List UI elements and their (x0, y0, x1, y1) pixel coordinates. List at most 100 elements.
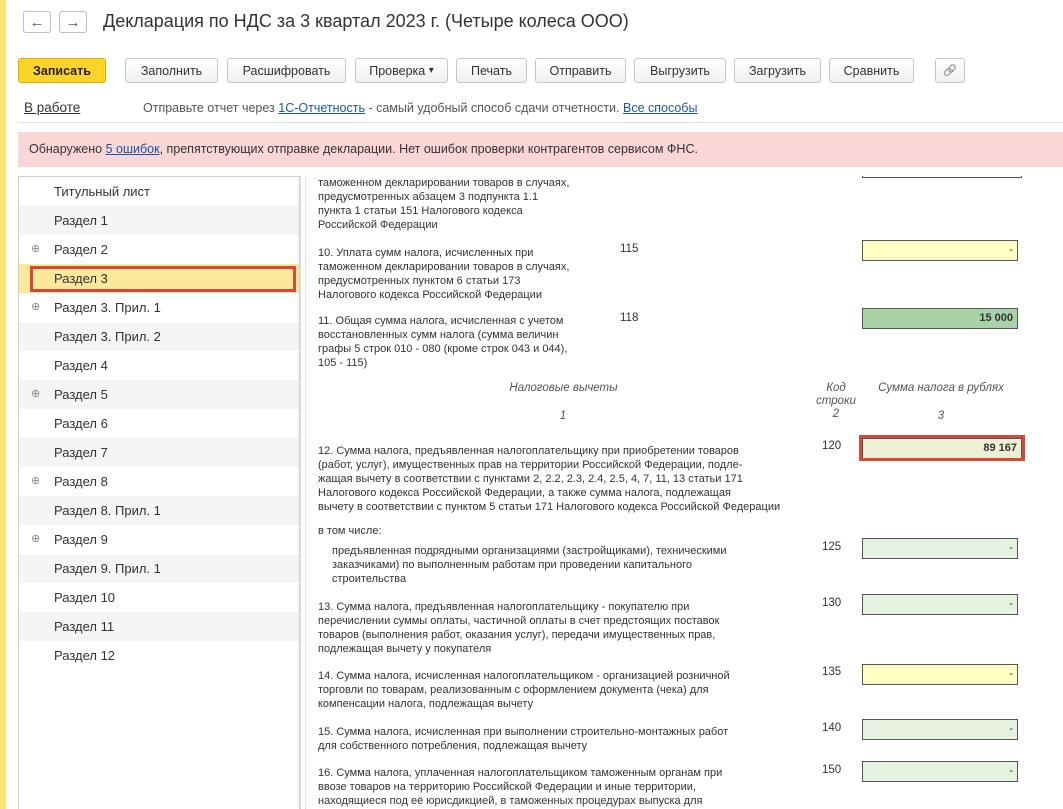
sidebar-item-label: Титульный лист (54, 184, 151, 199)
row-15-value-field[interactable]: - (862, 719, 1018, 740)
sidebar-item-section-9[interactable]: ⊕ Раздел 9 (19, 525, 299, 554)
arrow-left-icon: ← (29, 13, 45, 31)
text-line: для собственного потребления, подлежащая… (318, 740, 588, 752)
print-button[interactable]: Печать (456, 58, 527, 83)
sidebar-item-label: Раздел 12 (54, 648, 116, 663)
text-line: ввозе товаров на территорию Российской Ф… (318, 781, 696, 793)
expand-icon[interactable]: ⊕ (31, 242, 40, 255)
text-line: таможенном декларировании товаров в случ… (318, 177, 570, 189)
sidebar-item-section-6[interactable]: Раздел 6 (19, 409, 299, 438)
decode-button[interactable]: Расшифровать (227, 58, 346, 83)
back-button[interactable]: ← (23, 11, 51, 33)
text-line: графы 5 строк 010 - 080 (кроме строк 043… (318, 343, 568, 355)
compare-button[interactable]: Сравнить (829, 58, 914, 83)
expand-icon[interactable]: ⊕ (31, 532, 40, 545)
col-number: 2 (832, 408, 840, 420)
sidebar-item-title-page[interactable]: Титульный лист (19, 177, 299, 206)
text-line: Код (826, 382, 846, 394)
row-10-value-field[interactable]: - (862, 240, 1018, 261)
fill-button[interactable]: Заполнить (125, 58, 218, 83)
sidebar-item-label: Раздел 7 (54, 445, 108, 460)
sidebar-item-label: Раздел 3. Прил. 1 (54, 300, 161, 315)
sidebar-item-section-10[interactable]: Раздел 10 (19, 583, 299, 612)
sidebar-item-section-8-app-1[interactable]: Раздел 8. Прил. 1 (19, 496, 299, 525)
sidebar-item-section-9-app-1[interactable]: Раздел 9. Прил. 1 (19, 554, 299, 583)
row-125-value-field[interactable]: - (862, 538, 1018, 559)
sidebar-item-label: Раздел 9 (54, 532, 108, 547)
text-line: 15. Сумма налога, исчисленная при выполн… (318, 726, 729, 738)
row-125-text: предъявленная подрядными организациями (… (332, 544, 727, 586)
errors-link[interactable]: 5 ошибок (106, 142, 160, 156)
row-10-text: 10. Уплата сумм налога, исчисленных при … (318, 246, 569, 302)
save-button[interactable]: Записать (18, 58, 106, 83)
row-13-code: 130 (822, 597, 842, 609)
all-ways-link[interactable]: Все способы (623, 101, 697, 115)
1c-reporting-link[interactable]: 1С-Отчетность (278, 101, 365, 115)
attach-button[interactable]: 🔗 (935, 58, 965, 83)
text-line: 14. Сумма налога, исчисленная налогоплат… (318, 670, 730, 682)
col-number-3: 3 (937, 410, 945, 422)
text-line: 10. Уплата сумм налога, исчисленных при (318, 247, 534, 259)
row-16-text: 16. Сумма налога, уплаченная налогоплате… (318, 766, 722, 808)
sidebar-item-section-8[interactable]: ⊕ Раздел 8 (19, 467, 299, 496)
text-line: таможенном декларировании товаров в случ… (318, 261, 570, 273)
row-14-value-field[interactable]: - (862, 664, 1018, 685)
sidebar-item-section-5[interactable]: ⊕ Раздел 5 (19, 380, 299, 409)
sidebar-item-label: Раздел 4 (54, 358, 108, 373)
row-16-value-field[interactable]: - (862, 761, 1018, 782)
col-header-deductions: Налоговые вычеты (509, 382, 618, 394)
sidebar-item-section-3[interactable]: Раздел 3 (19, 264, 299, 293)
sidebar-item-section-12[interactable]: Раздел 12 (19, 641, 299, 670)
forward-button[interactable]: → (59, 11, 87, 33)
sidebar-item-label: Раздел 5 (54, 387, 108, 402)
including-label: в том числе: (318, 525, 382, 537)
declaration-form: таможенном декларировании товаров в случ… (306, 176, 1063, 809)
row-11-value-field[interactable]: 15 000 (862, 308, 1018, 329)
row-16-code: 150 (822, 764, 842, 776)
row-12-code: 120 (822, 440, 842, 452)
import-button[interactable]: Загрузить (734, 58, 821, 83)
sidebar-item-label: Раздел 1 (54, 213, 108, 228)
sidebar-item-section-3-app-2[interactable]: Раздел 3. Прил. 2 (19, 322, 299, 351)
left-accent-stripe (0, 0, 6, 809)
sidebar-item-label: Раздел 11 (54, 619, 115, 634)
sidebar-item-label: Раздел 8. Прил. 1 (54, 503, 161, 518)
send-button[interactable]: Отправить (535, 58, 626, 83)
prev-field-bottom (862, 176, 1022, 178)
chevron-down-icon: ▾ (428, 65, 434, 76)
sidebar-item-section-1[interactable]: Раздел 1 (19, 206, 299, 235)
text-line: подлежащая вычету у покупателя (318, 643, 492, 655)
export-button[interactable]: Выгрузить (634, 58, 726, 83)
expand-icon[interactable]: ⊕ (31, 300, 40, 313)
col-number-1: 1 (559, 410, 567, 422)
check-label: Проверка (369, 63, 426, 78)
text-line: компенсации налога, подлежащая вычету (318, 698, 534, 710)
expand-icon[interactable]: ⊕ (31, 387, 40, 400)
sidebar-item-label: Раздел 8 (54, 474, 108, 489)
paperclip-icon: 🔗 (943, 65, 957, 77)
sidebar-item-section-2[interactable]: ⊕ Раздел 2 (19, 235, 299, 264)
status-state-link[interactable]: В работе (24, 100, 80, 115)
sidebar-item-label: Раздел 9. Прил. 1 (54, 561, 161, 576)
row-13-value-field[interactable]: - (862, 594, 1018, 615)
text-line: 13. Сумма налога, предъявленная налогопл… (318, 601, 690, 613)
expand-icon[interactable]: ⊕ (31, 474, 40, 487)
text-line: предъявленная подрядными организациями (… (332, 545, 727, 557)
sidebar-item-section-7[interactable]: Раздел 7 (19, 438, 299, 467)
row-15-text: 15. Сумма налога, исчисленная при выполн… (318, 725, 728, 753)
text-line: предусмотренных абзацем 3 подпункта 1.1 (318, 191, 539, 203)
sidebar-item-section-4[interactable]: Раздел 4 (19, 351, 299, 380)
sidebar-item-label: Раздел 3. Прил. 2 (54, 329, 161, 344)
check-dropdown-button[interactable]: Проверка ▾ (355, 58, 448, 83)
sidebar-item-label: Раздел 6 (54, 416, 108, 431)
sidebar-item-section-3-app-1[interactable]: ⊕ Раздел 3. Прил. 1 (19, 293, 299, 322)
sidebar-item-section-11[interactable]: Раздел 11 (19, 612, 299, 641)
row-14-code: 135 (822, 666, 842, 678)
text-line: пункта 1 статьи 151 Налогового кодекса (318, 205, 523, 217)
row-12-text: 12. Сумма налога, предъявленная налогопл… (318, 444, 780, 514)
sidebar-item-label: Раздел 3 (54, 271, 108, 286)
text-line: торговли по товарам, реализованным с офо… (318, 684, 709, 696)
status-msg-prefix: Отправьте отчет через (143, 101, 279, 115)
row-10-code: 115 (620, 243, 639, 255)
text-line: Российской Федерации (318, 219, 438, 231)
